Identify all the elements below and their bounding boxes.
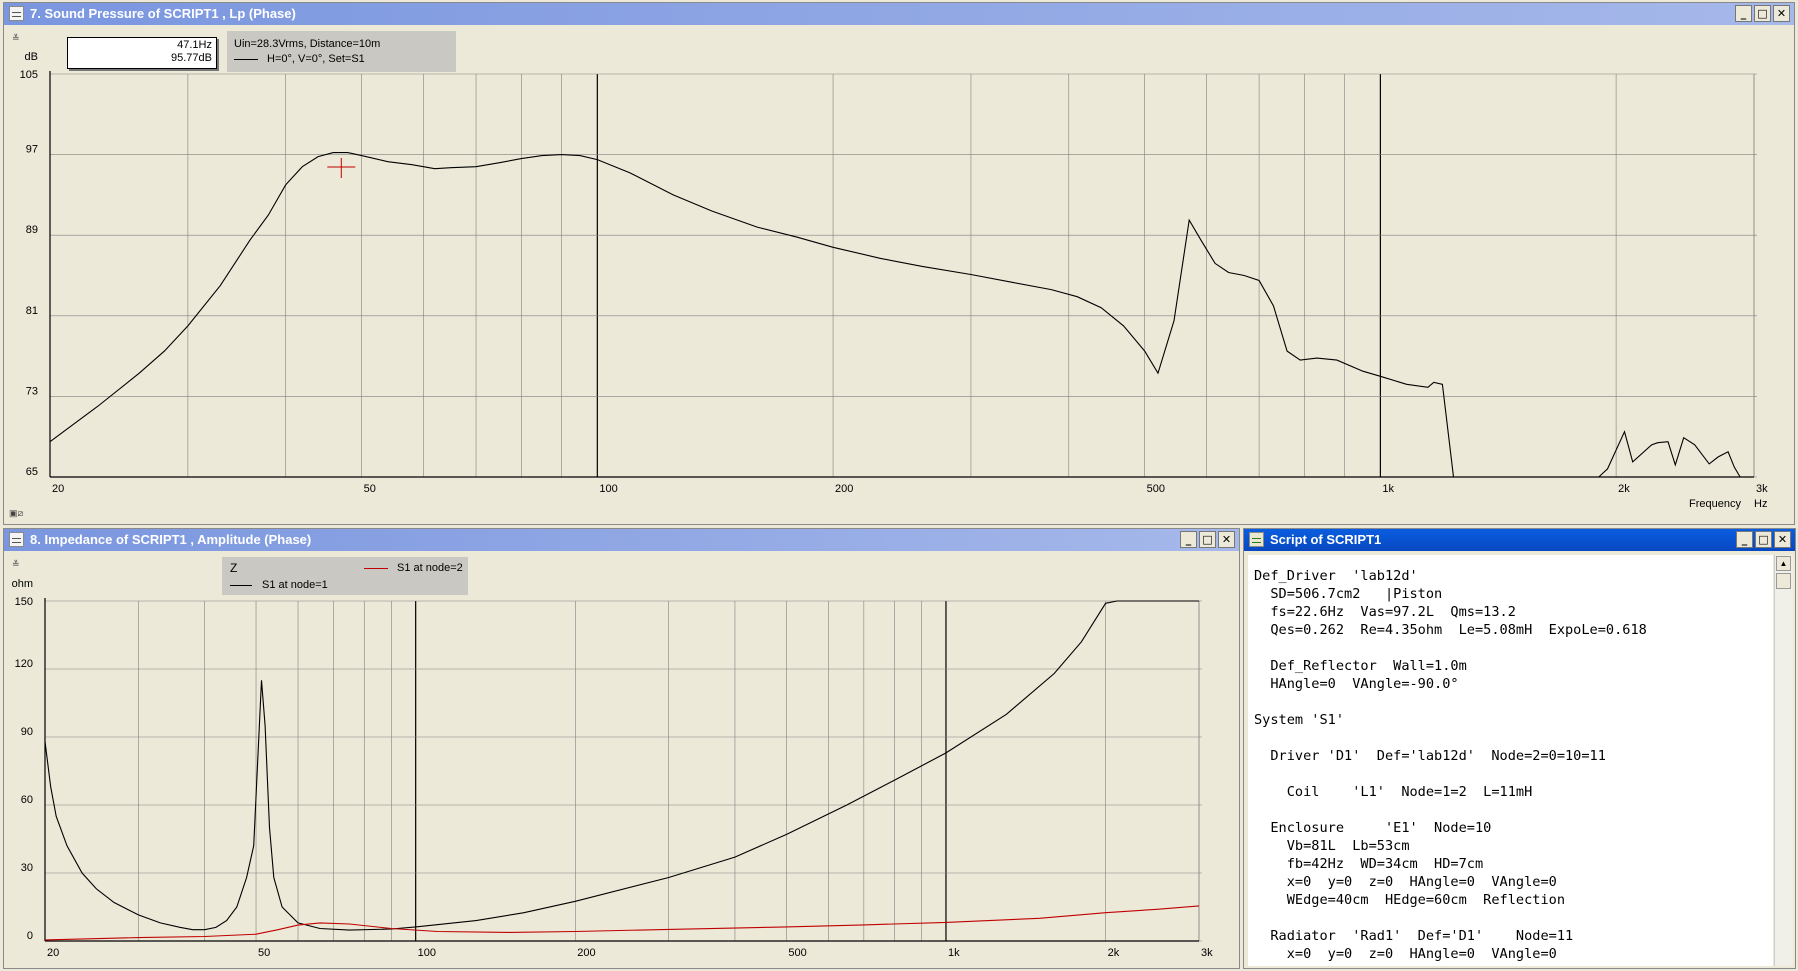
y-axis-label: dB bbox=[25, 51, 38, 63]
y-tick-label: 89 bbox=[26, 224, 38, 236]
x-tick-label: 2k bbox=[1108, 947, 1120, 959]
script-line[interactable] bbox=[1254, 765, 1773, 783]
script-line[interactable]: x=0 y=0 z=0 HAngle=0 VAngle=0 bbox=[1254, 945, 1773, 963]
script-line[interactable]: HAngle=0 VAngle=-90.0° bbox=[1254, 675, 1773, 693]
script-line[interactable]: System 'S1' bbox=[1254, 711, 1773, 729]
script-line[interactable]: Coil 'L1' Node=1=2 L=11mH bbox=[1254, 783, 1773, 801]
x-tick-label: 20 bbox=[52, 483, 64, 495]
script-line[interactable]: Def_Driver 'lab12d' bbox=[1254, 567, 1773, 585]
script-line[interactable]: Qes=0.262 Re=4.35ohm Le=5.08mH ExpoLe=0.… bbox=[1254, 621, 1773, 639]
sp-info-line1: Uin=28.3Vrms, Distance=10m bbox=[234, 38, 381, 50]
x-tick-label: 200 bbox=[577, 947, 595, 959]
sp-info-box: Uin=28.3Vrms, Distance=10m H=0°, V=0°, S… bbox=[227, 31, 456, 72]
x-tick-label: 500 bbox=[1147, 483, 1165, 495]
script-window[interactable]: Script of SCRIPT1 _ □ ✕ Def_Driver 'lab1… bbox=[1243, 528, 1796, 969]
script-line[interactable] bbox=[1254, 909, 1773, 927]
x-tick-label: 1k bbox=[1382, 483, 1394, 495]
close-icon: ✕ bbox=[1777, 533, 1788, 546]
sound-pressure-window[interactable]: 7. Sound Pressure of SCRIPT1 , Lp (Phase… bbox=[3, 2, 1795, 525]
y-tick-label: 150 bbox=[15, 596, 33, 608]
y-tick-label: 90 bbox=[21, 726, 33, 738]
y-axis-label: ohm bbox=[12, 578, 33, 590]
cursor-level: 95.77dB bbox=[171, 52, 212, 64]
script-scrollbar[interactable]: ▲ bbox=[1774, 555, 1793, 966]
script-line[interactable]: x=0 y=0 z=0 HAngle=0 VAngle=0 bbox=[1254, 873, 1773, 891]
collapse-arrow-icon[interactable]: ≚ bbox=[12, 33, 20, 44]
sp-info-line-sample bbox=[234, 59, 258, 60]
y-tick-label: 97 bbox=[26, 144, 38, 156]
x-tick-label: 100 bbox=[599, 483, 617, 495]
legend-swatch-node1 bbox=[230, 585, 252, 586]
maximize-button[interactable]: □ bbox=[1755, 531, 1772, 548]
close-button[interactable]: ✕ bbox=[1774, 531, 1791, 548]
script-line[interactable] bbox=[1254, 801, 1773, 819]
y-tick-label: 65 bbox=[26, 466, 38, 478]
collapse-arrow-icon[interactable]: ≚ bbox=[12, 559, 20, 570]
impedance-chart[interactable]: 0 30 60 90 120 150 20 50 100 200 500 1k 2k 3k ohm bbox=[4, 529, 1240, 969]
impedance-window[interactable]: 8. Impedance of SCRIPT1 , Amplitude (Pha… bbox=[3, 528, 1240, 969]
x-tick-label: 50 bbox=[364, 483, 376, 495]
x-axis-label: Frequency bbox=[1689, 498, 1741, 510]
script-titlebar[interactable]: Script of SCRIPT1 _ □ ✕ bbox=[1244, 529, 1795, 551]
x-tick-label: 3k bbox=[1756, 483, 1768, 495]
script-line[interactable]: SD=506.7cm2 |Piston bbox=[1254, 585, 1773, 603]
script-line[interactable] bbox=[1254, 693, 1773, 711]
script-line[interactable] bbox=[1254, 639, 1773, 657]
legend-title: Z bbox=[230, 561, 238, 575]
maximize-icon: □ bbox=[1758, 533, 1769, 546]
sound-pressure-chart[interactable]: 65 73 81 89 97 105 20 50 100 200 500 1k 2k 3k dB Freque… bbox=[4, 3, 1795, 525]
plot-area bbox=[50, 74, 1754, 477]
script-line[interactable]: Driver 'D1' Def='lab12d' Node=2=0=10=11 bbox=[1254, 747, 1773, 765]
x-tick-label: 2k bbox=[1618, 483, 1630, 495]
y-tick-label: 73 bbox=[26, 385, 38, 397]
cursor-frequency: 47.1Hz bbox=[177, 39, 212, 51]
script-line[interactable] bbox=[1254, 729, 1773, 747]
x-tick-label: 3k bbox=[1201, 947, 1213, 959]
minimize-button[interactable]: _ bbox=[1736, 531, 1753, 548]
script-editor[interactable]: Def_Driver 'lab12d' SD=506.7cm2 |Piston … bbox=[1248, 555, 1773, 966]
y-tick-label: 30 bbox=[21, 862, 33, 874]
script-line[interactable]: Enclosure 'E1' Node=10 bbox=[1254, 819, 1773, 837]
x-tick-label: 200 bbox=[835, 483, 853, 495]
script-line[interactable]: Vb=81L Lb=53cm bbox=[1254, 837, 1773, 855]
script-line[interactable]: Radiator 'Rad1' Def='D1' Node=11 bbox=[1254, 927, 1773, 945]
script-line[interactable]: fs=22.6Hz Vas=97.2L Qms=13.2 bbox=[1254, 603, 1773, 621]
legend-label-node1: S1 at node=1 bbox=[262, 579, 328, 591]
script-line[interactable]: Def_Reflector Wall=1.0m bbox=[1254, 657, 1773, 675]
minimize-icon: _ bbox=[1741, 533, 1748, 546]
y-tick-label: 60 bbox=[21, 794, 33, 806]
x-tick-label: 500 bbox=[788, 947, 806, 959]
y-tick-label: 105 bbox=[20, 69, 38, 81]
cursor-readout: 47.1Hz 95.77dB bbox=[67, 37, 217, 69]
legend-swatch-node2 bbox=[364, 568, 388, 569]
x-tick-label: 50 bbox=[258, 947, 270, 959]
scroll-up-icon[interactable]: ▲ bbox=[1776, 556, 1791, 571]
impedance-legend: Z S1 at node=1 S1 at node=2 bbox=[222, 557, 468, 595]
script-title: Script of SCRIPT1 bbox=[1270, 532, 1382, 547]
script-icon[interactable] bbox=[1249, 532, 1264, 547]
plot-area bbox=[45, 601, 1199, 941]
script-line[interactable]: fb=42Hz WD=34cm HD=7cm bbox=[1254, 855, 1773, 873]
x-tick-label: 1k bbox=[948, 947, 960, 959]
scroll-thumb[interactable] bbox=[1776, 573, 1791, 589]
legend-label-node2: S1 at node=2 bbox=[397, 562, 463, 574]
y-tick-label: 0 bbox=[27, 930, 33, 942]
x-tick-label: 100 bbox=[418, 947, 436, 959]
zoom-tools-icon[interactable]: ▣⧄ bbox=[9, 508, 23, 519]
x-tick-label: 20 bbox=[47, 947, 59, 959]
y-tick-label: 81 bbox=[26, 305, 38, 317]
script-line[interactable]: WEdge=40cm HEdge=60cm Reflection bbox=[1254, 891, 1773, 909]
sp-info-line2: H=0°, V=0°, Set=S1 bbox=[267, 53, 365, 65]
x-axis-unit: Hz bbox=[1754, 498, 1767, 510]
y-tick-label: 120 bbox=[15, 658, 33, 670]
